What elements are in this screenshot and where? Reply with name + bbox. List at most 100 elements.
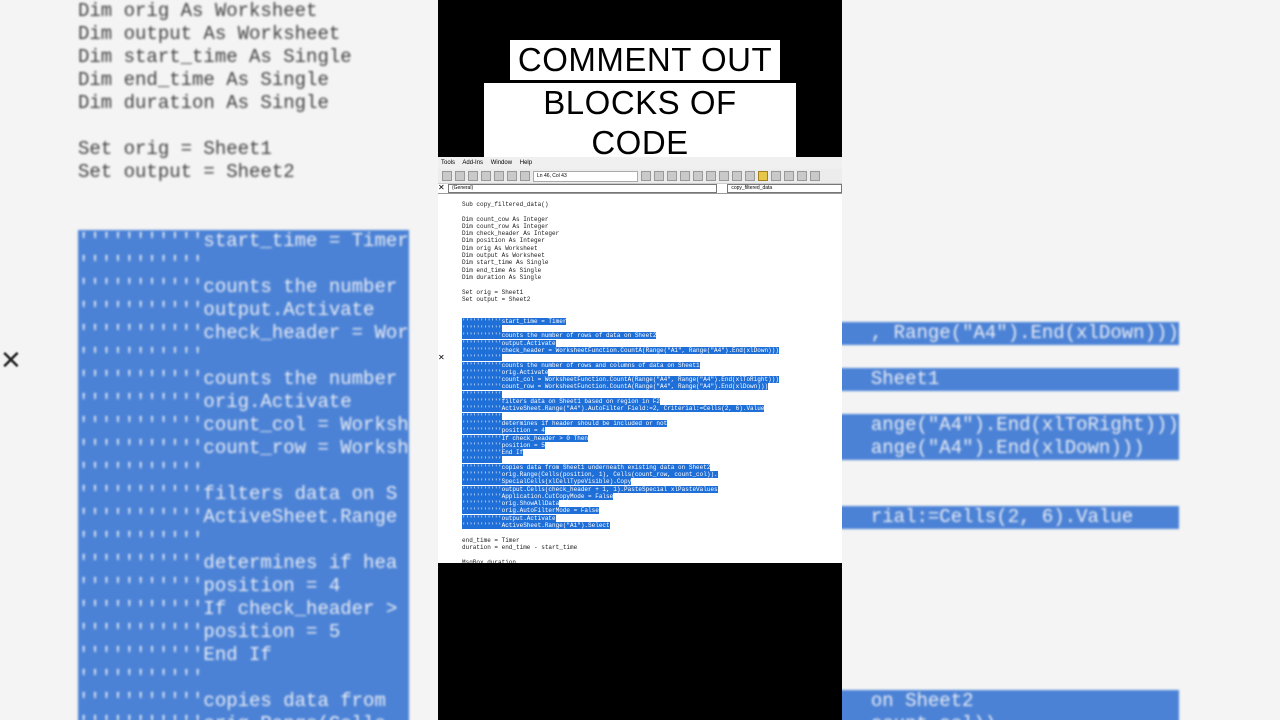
toolbar-run-icon[interactable] xyxy=(507,171,517,181)
toolbar-toggle-icon[interactable] xyxy=(784,171,794,181)
code-line-text: '''''''''''count_row = Worksh xyxy=(78,437,409,459)
toolbar-undo-icon[interactable] xyxy=(494,171,504,181)
menu-tools[interactable]: Tools xyxy=(441,160,455,166)
toolbar-insert-icon[interactable] xyxy=(455,171,465,181)
code-line-text: '''''''''''output.Activate xyxy=(78,299,375,321)
code-line: ''''''''''' xyxy=(462,325,779,333)
code-line-text: Dim count_row As Integer xyxy=(462,222,549,230)
close-icon[interactable]: ✕ xyxy=(438,183,445,192)
code-line: Dim orig As Worksheet xyxy=(78,0,409,23)
toolbar-list-icon[interactable] xyxy=(667,171,677,181)
code-line: ''''''''''' xyxy=(462,456,779,464)
code-line: '''''''''''check_header = Wor xyxy=(78,322,409,345)
code-line-text: '''''''''''If check_header > 0 Then xyxy=(462,434,589,442)
code-line: ''''''''''' xyxy=(78,253,409,276)
code-line-text: '''''''''''orig.Range(Cells(position, 1)… xyxy=(462,470,718,478)
toolbar-excel-icon[interactable] xyxy=(442,171,452,181)
menu-window[interactable]: Window xyxy=(491,160,512,166)
code-line-text: '''''''''''If check_header > xyxy=(78,598,398,620)
code-line: Set output = Sheet2 xyxy=(78,161,409,184)
code-line-text: Dim duration As Single xyxy=(78,92,329,114)
code-line-text: Dim orig As Worksheet xyxy=(462,244,538,252)
code-line-text: '''''''''''End If xyxy=(78,644,272,666)
code-line: ''''''''''' xyxy=(78,345,409,368)
code-line: Sheet1 xyxy=(842,368,1179,391)
code-line-text: '''''''''''orig.Activate xyxy=(78,391,352,413)
code-line-text: Dim start_time As Single xyxy=(78,46,352,68)
code-line-text: duration = end_time - start_time xyxy=(462,543,578,551)
toolbar-constants-icon[interactable] xyxy=(680,171,690,181)
code-line-text: '''''''''''determines if hea xyxy=(78,552,398,574)
code-line-text: Set output = Sheet2 xyxy=(78,161,295,183)
menu-addins[interactable]: Add-Ins xyxy=(462,160,483,166)
code-line-text: ''''''''''' xyxy=(78,345,204,367)
code-line: Dim start_time As Single xyxy=(78,46,409,69)
code-line: '''''''''''output.Cells(check_header + 1… xyxy=(462,485,779,493)
code-line: Dim output As Worksheet xyxy=(462,252,779,259)
toolbar-prev-icon[interactable] xyxy=(797,171,807,181)
code-line-text: Sub copy_filtered_data() xyxy=(462,201,549,208)
code-line-text: Dim output As Worksheet xyxy=(462,252,545,260)
code-line: ''''''''''' xyxy=(78,667,409,690)
toolbar-clear-icon[interactable] xyxy=(810,171,820,181)
code-line-text: Dim count_cow As Integer xyxy=(462,215,549,223)
toolbar-cut-icon[interactable] xyxy=(481,171,491,181)
code-line: ''''''''''' xyxy=(462,354,779,362)
code-line-text: '''''''''''filters data on Sheet1 based … xyxy=(462,398,661,406)
toolbar-outdent-icon[interactable] xyxy=(654,171,664,181)
code-line: '''''''''''start_time = Timer xyxy=(78,230,409,253)
code-line: Set orig = Sheet1 xyxy=(78,138,409,161)
code-line-text: '''''''''''output.Activate xyxy=(462,514,556,522)
code-line: Dim duration As Single xyxy=(462,274,779,281)
combo-row: (General) copy_filtered_data xyxy=(438,184,842,194)
code-line-text: '''''''''''start_time = Timer xyxy=(462,317,567,325)
toolbar-save-icon[interactable] xyxy=(468,171,478,181)
code-line-text: Dim duration As Single xyxy=(462,273,542,281)
close-icon-2[interactable]: ✕ xyxy=(438,353,445,362)
code-line-text: '''''''''''output.Activate xyxy=(462,339,556,347)
code-line: ''''''''''' xyxy=(462,412,779,420)
toolbar-complete-icon[interactable] xyxy=(719,171,729,181)
menu-bar: Tools Add-Ins Window Help xyxy=(438,157,842,169)
code-line-text: '''''''''''position = 5 xyxy=(462,441,545,449)
code-line-text: '''''''''''ActiveSheet.Range("A1").Selec… xyxy=(462,522,610,530)
object-combo[interactable]: (General) xyxy=(448,184,718,193)
code-line-text: Dim output As Worksheet xyxy=(78,23,341,45)
code-line: '''''''''''start_time = Timer xyxy=(462,317,779,325)
code-line: Sub copy_filtered_data() xyxy=(462,201,779,208)
code-line: '''''''''''ActiveSheet.Range("A4").AutoF… xyxy=(462,405,779,413)
code-line: '''''''''''output.Activate xyxy=(78,299,409,322)
code-line-text: '''''''''''counts the number xyxy=(78,276,398,298)
code-line-text: Dim end_time As Single xyxy=(78,69,329,91)
procedure-combo[interactable]: copy_filtered_data xyxy=(727,184,842,193)
toolbar-quickinfo-icon[interactable] xyxy=(693,171,703,181)
toolbar-bookmark-icon[interactable] xyxy=(732,171,742,181)
code-pane[interactable]: Sub copy_filtered_data() Dim count_cow As… xyxy=(462,201,779,563)
toolbar-help-icon[interactable] xyxy=(520,171,530,181)
code-line: '''''''''''determines if hea xyxy=(78,552,409,575)
code-line-text: ''''''''''' xyxy=(462,390,502,398)
code-line-text: '''''''''''orig.Range(Cells xyxy=(78,713,386,720)
toolbar-indent-icon[interactable] xyxy=(641,171,651,181)
code-line: '''''''''''position = 5 xyxy=(78,621,409,644)
menu-help[interactable]: Help xyxy=(520,160,532,166)
code-line: rial:=Cells(2, 6).Value xyxy=(842,506,1179,529)
uncomment-block-icon[interactable] xyxy=(771,171,781,181)
code-line-text: Set output = Sheet2 xyxy=(462,295,531,303)
toolbar-params-icon[interactable] xyxy=(706,171,716,181)
code-line: ange("A4").End(xlDown))) xyxy=(842,437,1179,460)
code-line-text: ''''''''''' xyxy=(462,412,502,420)
code-line-text: '''''''''''count_col = Worksh xyxy=(78,414,409,436)
code-line-text: '''''''''''position = 5 xyxy=(78,621,341,643)
comment-block-icon[interactable] xyxy=(758,171,768,181)
toolbar-next-bookmark-icon[interactable] xyxy=(745,171,755,181)
code-line: '''''''''''orig.Activate xyxy=(462,368,779,376)
